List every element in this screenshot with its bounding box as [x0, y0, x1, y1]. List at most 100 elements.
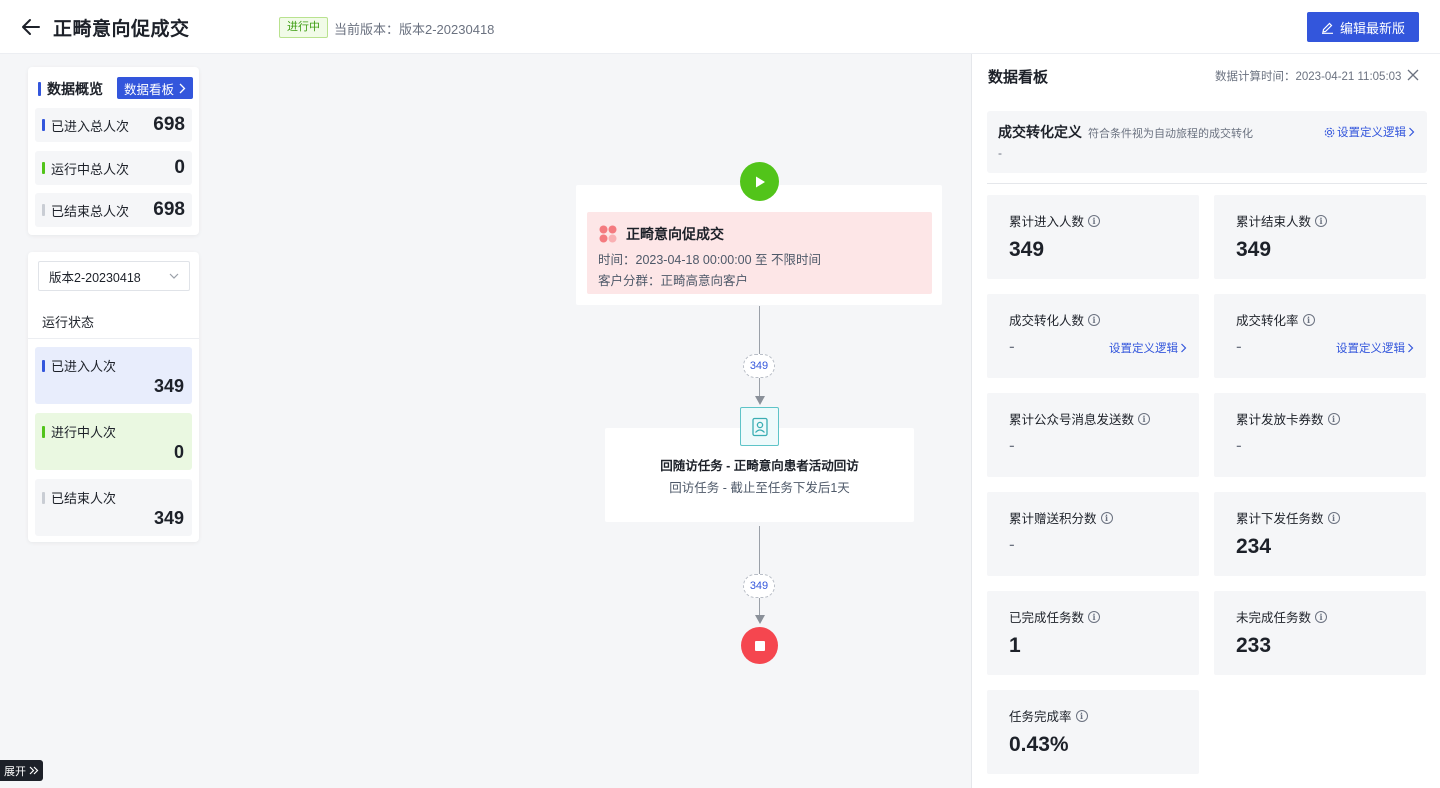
metric-label-text: 累计赠送积分数 [1009, 512, 1097, 526]
contact-card-icon [751, 417, 768, 436]
close-icon[interactable] [1406, 68, 1420, 82]
info-icon[interactable]: i [1088, 214, 1101, 227]
metric-label-text: 累计下发任务数 [1236, 512, 1324, 526]
metric-card: 累计结束人数 i 349 [1214, 195, 1426, 279]
expand-button-label: 展开 [4, 765, 26, 778]
overview-row-running: 运行中总人次 0 [35, 151, 192, 185]
info-icon[interactable]: i [1100, 511, 1113, 524]
metric-value: - [1236, 436, 1242, 455]
edit-latest-version-button[interactable]: 编辑最新版 [1307, 12, 1419, 42]
metric-value: 1 [1009, 634, 1021, 657]
set-definition-label: 设置定义逻辑 [1336, 343, 1405, 355]
definition-hint: 符合条件视为自动旅程的成交转化 [1088, 128, 1253, 140]
set-definition-link[interactable]: 设置定义逻辑 [1336, 340, 1414, 356]
connector-line [759, 526, 760, 574]
metric-card: 未完成任务数 i 233 [1214, 591, 1426, 675]
set-definition-link[interactable]: 设置定义逻辑 [1109, 340, 1187, 356]
info-icon[interactable]: i [1302, 313, 1315, 326]
page-title: 正畸意向促成交 [53, 19, 190, 40]
set-definition-label: 设置定义逻辑 [1337, 127, 1406, 139]
metric-label: 成交转化率 i [1236, 310, 1315, 329]
edit-button-label: 编辑最新版 [1339, 20, 1405, 36]
metric-value: - [1009, 337, 1015, 356]
overview-row-value: 698 [153, 199, 185, 220]
dashboard-title: 数据看板 [988, 69, 1049, 86]
info-icon[interactable]: i [1075, 709, 1088, 722]
metric-label: 累计结束人数 i [1236, 211, 1328, 230]
run-card-entered[interactable]: 已进入人次 349 [35, 347, 192, 404]
run-card-value: 349 [153, 508, 184, 528]
status-badge: 进行中 [279, 17, 328, 38]
chevron-right-icon [1409, 127, 1415, 137]
trigger-group: 客户分群：正畸高意向客户 [598, 274, 749, 288]
clover-icon [599, 225, 617, 243]
metric-label-text: 未完成任务数 [1236, 611, 1312, 625]
info-icon[interactable]: i [1315, 610, 1328, 623]
metric-card: 累计发放卡券数 i - [1214, 393, 1426, 477]
metric-label-text: 已完成任务数 [1009, 611, 1085, 625]
run-card-ended[interactable]: 已结束人次 349 [35, 479, 192, 536]
overview-row-value: 0 [174, 157, 185, 178]
metric-value: - [1009, 436, 1015, 455]
metric-label: 累计公众号消息发送数 i [1009, 409, 1151, 428]
count-badge: 349 [743, 354, 775, 378]
open-dashboard-button[interactable]: 数据看板 [117, 77, 193, 99]
metric-card: 累计下发任务数 i 234 [1214, 492, 1426, 576]
dashboard-button-label: 数据看板 [123, 82, 174, 97]
overview-title: 数据概览 [47, 81, 103, 97]
run-card-value: 0 [173, 442, 184, 462]
definition-title: 成交转化定义 [998, 124, 1082, 140]
edit-icon [1321, 22, 1333, 34]
current-version-text: 当前版本：版本2-20230418 [334, 22, 495, 37]
trigger-title: 正畸意向促成交 [626, 226, 724, 242]
info-icon[interactable]: i [1088, 610, 1101, 623]
back-arrow-icon[interactable] [20, 16, 42, 38]
info-icon[interactable]: i [1088, 313, 1101, 326]
start-node[interactable] [740, 162, 779, 201]
set-definition-link[interactable]: 设置定义逻辑 [1324, 124, 1415, 140]
connector-line [759, 598, 760, 615]
divider [28, 338, 199, 339]
metric-label: 累计发放卡券数 i [1236, 409, 1340, 428]
run-card-value: 349 [153, 376, 184, 396]
overview-row-ended: 已结束总人次 698 [35, 193, 192, 227]
overview-row-label: 已结束总人次 [51, 203, 130, 219]
metric-label-text: 成交转化人数 [1009, 314, 1085, 328]
run-card-label: 进行中人次 [51, 425, 117, 440]
connector-line [759, 306, 760, 354]
info-icon[interactable]: i [1315, 214, 1328, 227]
info-icon[interactable]: i [1327, 412, 1340, 425]
metric-label: 任务完成率 i [1009, 706, 1088, 725]
gear-icon [1324, 127, 1335, 137]
chevron-right-icon [179, 83, 186, 93]
expand-button[interactable]: 展开 [0, 760, 43, 781]
trigger-node[interactable]: 正畸意向促成交 时间：2023-04-18 00:00:00 至 不限时间 客户… [587, 212, 932, 294]
metric-label: 已完成任务数 i [1009, 607, 1101, 626]
stop-icon [754, 640, 765, 651]
double-chevron-right-icon [29, 766, 39, 775]
version-select[interactable]: 版本2-20230418 [38, 261, 190, 291]
set-definition-label: 设置定义逻辑 [1109, 343, 1178, 355]
run-card-in-progress[interactable]: 进行中人次 0 [35, 413, 192, 470]
page-header: 正畸意向促成交 进行中 当前版本：版本2-20230418 编辑最新版 [0, 0, 1440, 54]
connector-arrow [755, 615, 765, 624]
task-subtitle: 回访任务 - 截止至任务下发后1天 [669, 481, 850, 495]
conversion-definition: 成交转化定义 符合条件视为自动旅程的成交转化 设置定义逻辑 - [987, 111, 1427, 173]
metric-label: 未完成任务数 i [1236, 607, 1328, 626]
run-card-label: 已进入人次 [51, 359, 117, 374]
definition-value: - [998, 146, 1002, 160]
metric-label-text: 累计进入人数 [1009, 215, 1085, 229]
calc-time: 数据计算时间：2023-04-21 11:05:03 [1215, 71, 1402, 83]
metric-value: - [1236, 337, 1242, 356]
connector-arrow [755, 396, 765, 405]
metric-value: 349 [1009, 238, 1045, 261]
info-icon[interactable]: i [1138, 412, 1151, 425]
metric-card: 已完成任务数 i 1 [987, 591, 1199, 675]
metric-card: 累计公众号消息发送数 i - [987, 393, 1199, 477]
overview-title-bar [38, 82, 41, 96]
info-icon[interactable]: i [1327, 511, 1340, 524]
metric-value: 234 [1236, 535, 1272, 558]
end-node[interactable] [741, 627, 778, 664]
overview-row-entered: 已进入总人次 698 [35, 108, 192, 142]
connector-line [759, 378, 760, 396]
